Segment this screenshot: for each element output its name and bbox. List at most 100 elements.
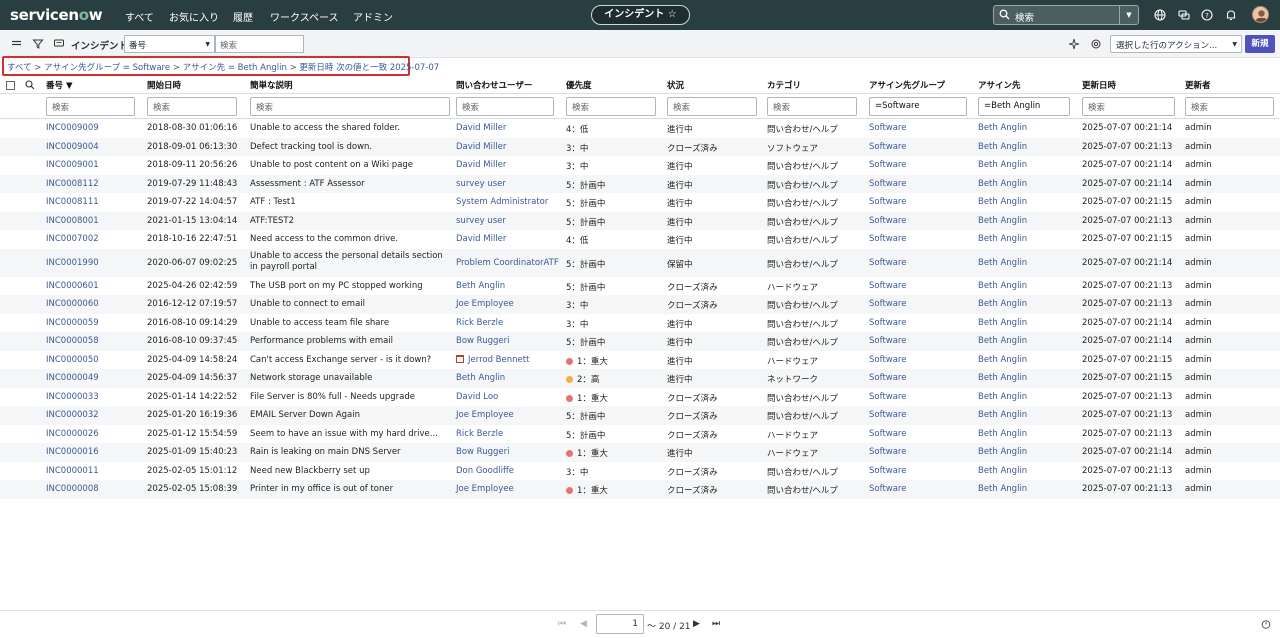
caller-link[interactable]: Rick Berzle <box>456 429 503 439</box>
incident-number-link[interactable]: INC0008112 <box>46 179 99 189</box>
caller-link[interactable]: David Miller <box>456 123 506 133</box>
caller-link[interactable]: Problem CoordinatorATF <box>456 258 559 268</box>
caller-link[interactable]: Beth Anglin <box>456 281 505 291</box>
caller-link[interactable]: Beth Anglin <box>456 373 505 383</box>
assignment-group-link[interactable]: Software <box>869 258 906 268</box>
caller-link[interactable]: David Loo <box>456 392 498 402</box>
column-header-category[interactable]: カテゴリ <box>767 79 801 91</box>
assigned-to-link[interactable]: Beth Anglin <box>978 179 1027 189</box>
filter-icon[interactable] <box>32 38 44 50</box>
column-filter-updated-by[interactable]: 検索 <box>1185 97 1274 116</box>
column-filter-opened[interactable]: 検索 <box>147 97 237 116</box>
column-filter-priority[interactable]: 検索 <box>566 97 656 116</box>
assignment-group-link[interactable]: Software <box>869 429 906 439</box>
incident-number-link[interactable]: INC0001990 <box>46 258 99 268</box>
table-row[interactable]: INC0000011 2025-02-05 15:01:12 Need new Bl… <box>0 462 1280 481</box>
assignment-group-link[interactable]: Software <box>869 336 906 346</box>
breadcrumb-assignee[interactable]: アサイン先 = Beth Anglin <box>183 63 287 73</box>
incident-number-link[interactable]: INC0000033 <box>46 392 99 402</box>
list-search-input[interactable]: 検索 <box>215 35 304 53</box>
table-row[interactable]: INC0000060 2016-12-12 07:19:57 Unable to c… <box>0 295 1280 314</box>
table-row[interactable]: INC0000033 2025-01-14 14:22:52 File Server… <box>0 388 1280 407</box>
last-page-icon[interactable]: ⏭ <box>712 619 720 629</box>
table-row[interactable]: INC0000026 2025-01-12 15:54:59 Seem to hav… <box>0 425 1280 444</box>
incident-number-link[interactable]: INC0007002 <box>46 234 99 244</box>
row-action-select[interactable]: 選択した行のアクション... ▼ <box>1110 35 1242 53</box>
table-row[interactable]: INC0000059 2016-08-10 09:14:29 Unable to a… <box>0 314 1280 333</box>
assigned-to-link[interactable]: Beth Anglin <box>978 484 1027 494</box>
incident-number-link[interactable]: INC0000601 <box>46 281 99 291</box>
caller-link[interactable]: survey user <box>456 216 506 226</box>
column-filter-number[interactable]: 検索 <box>46 97 135 116</box>
caller-link[interactable]: Bow Ruggeri <box>456 336 509 346</box>
assigned-to-link[interactable]: Beth Anglin <box>978 281 1027 291</box>
assignment-group-link[interactable]: Software <box>869 410 906 420</box>
sparkle-icon[interactable] <box>1068 38 1080 50</box>
assigned-to-link[interactable]: Beth Anglin <box>978 355 1027 365</box>
breadcrumb-updated[interactable]: 更新日時 次の値と一致 2025-07-07 <box>299 63 439 73</box>
chat-bubble-icon[interactable] <box>53 38 65 50</box>
assigned-to-link[interactable]: Beth Anglin <box>978 160 1027 170</box>
next-page-icon[interactable]: ▶ <box>693 619 700 629</box>
column-filter-assignment-group[interactable]: =Software <box>869 97 967 116</box>
column-filter-state[interactable]: 検索 <box>667 97 757 116</box>
assigned-to-link[interactable]: Beth Anglin <box>978 447 1027 457</box>
assignment-group-link[interactable]: Software <box>869 281 906 291</box>
help-icon[interactable]: ? <box>1200 8 1214 22</box>
table-row[interactable]: INC0008111 2019-07-22 14:04:57 ATF : Test1… <box>0 193 1280 212</box>
incident-number-link[interactable]: INC0008111 <box>46 197 99 207</box>
assigned-to-link[interactable]: Beth Anglin <box>978 299 1027 309</box>
caller-link[interactable]: Jerrod Bennett <box>456 354 529 365</box>
table-row[interactable]: INC0000049 2025-04-09 14:56:37 Network sto… <box>0 369 1280 388</box>
assigned-to-link[interactable]: Beth Anglin <box>978 392 1027 402</box>
assignment-group-link[interactable]: Software <box>869 142 906 152</box>
caller-link[interactable]: Joe Employee <box>456 484 514 494</box>
column-header-opened[interactable]: 開始日時 <box>147 79 181 91</box>
global-search[interactable]: 検索 ▼ <box>993 5 1139 25</box>
incident-number-link[interactable]: INC0000026 <box>46 429 99 439</box>
hamburger-menu-icon[interactable] <box>11 38 23 50</box>
column-header-updated[interactable]: 更新日時 <box>1082 79 1116 91</box>
nav-history[interactable]: 履歴 <box>233 9 253 24</box>
caller-link[interactable]: David Miller <box>456 142 506 152</box>
table-row[interactable]: INC0007002 2018-10-16 22:47:51 Need access… <box>0 230 1280 249</box>
assigned-to-link[interactable]: Beth Anglin <box>978 197 1027 207</box>
caller-link[interactable]: Bow Ruggeri <box>456 447 509 457</box>
incident-number-link[interactable]: INC0000011 <box>46 466 99 476</box>
assigned-to-link[interactable]: Beth Anglin <box>978 234 1027 244</box>
table-row[interactable]: INC0000050 2025-04-09 14:58:24 Can't acces… <box>0 351 1280 370</box>
assignment-group-link[interactable]: Software <box>869 392 906 402</box>
assignment-group-link[interactable]: Software <box>869 234 906 244</box>
column-header-assigned-to[interactable]: アサイン先 <box>978 79 1021 91</box>
assigned-to-link[interactable]: Beth Anglin <box>978 410 1027 420</box>
caller-link[interactable]: survey user <box>456 179 506 189</box>
table-row[interactable]: INC0000601 2025-04-26 02:42:59 The USB por… <box>0 277 1280 296</box>
table-row[interactable]: INC0009004 2018-09-01 06:13:30 Defect trac… <box>0 137 1280 156</box>
column-filter-caller[interactable]: 検索 <box>456 97 554 116</box>
assignment-group-link[interactable]: Software <box>869 373 906 383</box>
user-avatar[interactable] <box>1252 6 1269 23</box>
caller-link[interactable]: System Administrator <box>456 197 548 207</box>
prev-page-icon[interactable]: ◀ <box>580 619 587 629</box>
global-search-input[interactable]: 検索 <box>1015 10 1034 24</box>
assignment-group-link[interactable]: Software <box>869 447 906 457</box>
chat-icon[interactable] <box>1177 8 1191 22</box>
caller-link[interactable]: David Miller <box>456 160 506 170</box>
breadcrumb-group[interactable]: アサイン先グループ = Software <box>44 63 170 73</box>
caller-link[interactable]: David Miller <box>456 234 506 244</box>
assigned-to-link[interactable]: Beth Anglin <box>978 336 1027 346</box>
assignment-group-link[interactable]: Software <box>869 484 906 494</box>
table-row[interactable]: INC0000058 2016-08-10 09:37:45 Performance… <box>0 332 1280 351</box>
assigned-to-link[interactable]: Beth Anglin <box>978 142 1027 152</box>
select-all-checkbox[interactable] <box>6 81 15 90</box>
search-field-select[interactable]: 番号 ▼ <box>124 35 215 53</box>
column-header-short-description[interactable]: 簡単な説明 <box>250 79 293 91</box>
incident-number-link[interactable]: INC0000059 <box>46 318 99 328</box>
incident-number-link[interactable]: INC0000050 <box>46 355 99 365</box>
assigned-to-link[interactable]: Beth Anglin <box>978 318 1027 328</box>
column-header-state[interactable]: 状況 <box>667 79 684 91</box>
assignment-group-link[interactable]: Software <box>869 318 906 328</box>
breadcrumb-all[interactable]: すべて <box>7 63 32 73</box>
globe-icon[interactable] <box>1153 8 1167 22</box>
assignment-group-link[interactable]: Software <box>869 466 906 476</box>
